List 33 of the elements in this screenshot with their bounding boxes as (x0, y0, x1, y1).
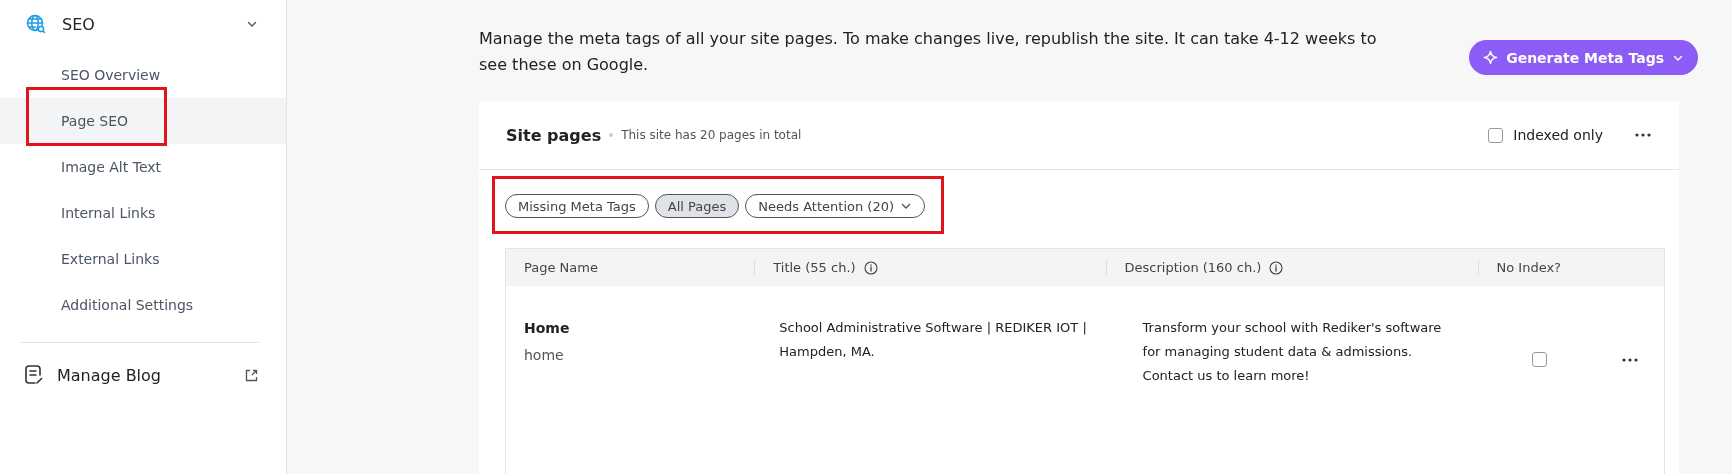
column-header: No Index? (1496, 260, 1561, 275)
more-options-icon[interactable] (1635, 133, 1651, 137)
card-subtitle: This site has 20 pages in total (621, 128, 803, 142)
sidebar-item[interactable]: Page SEO (0, 98, 286, 144)
document-edit-icon (25, 365, 43, 385)
sparkle-icon (1483, 50, 1499, 65)
filter-chip[interactable]: Needs Attention (20) (745, 194, 925, 218)
page-name: Home (524, 319, 571, 338)
section-title[interactable]: SEO (62, 14, 230, 34)
sidebar-link[interactable]: Manage Blog (57, 365, 231, 385)
sidebar-item[interactable]: Additional Settings (0, 282, 286, 328)
filter-chip[interactable]: Missing Meta Tags (505, 194, 649, 218)
indexed-only-checkbox[interactable]: Indexed only (1488, 127, 1603, 143)
sidebar-item[interactable]: SEO Overview (0, 52, 286, 98)
meta-title: School Administrative Software | REDIKER IOT | Hampden, MA. (779, 319, 1088, 361)
external-link-icon[interactable] (245, 368, 258, 382)
meta-description: Transform your school with Rediker's software for managing student data & admissions. Contact us to learn more! (1142, 319, 1443, 385)
more-options-icon[interactable] (1622, 357, 1638, 362)
no-index-checkbox[interactable] (1531, 352, 1547, 367)
column-header: Page Name (524, 260, 598, 275)
info-icon[interactable] (863, 260, 878, 275)
page-description: Manage the meta tags of all your site pages. To make changes live, republish the site. It can take 4-12 weeks to see these on Google. (479, 28, 1378, 76)
card-title: Site pages (506, 125, 602, 145)
column-header: Title (55 ch.) (773, 260, 856, 275)
sidebar-item[interactable]: Internal Links (0, 190, 286, 236)
generate-meta-tags-button[interactable]: Generate Meta Tags (1469, 40, 1698, 75)
globe-search-icon (26, 14, 46, 34)
sidebar-item[interactable]: Image Alt Text (0, 144, 286, 190)
info-icon[interactable] (1269, 260, 1284, 275)
page-slug: home (524, 346, 565, 365)
sidebar-item[interactable]: External Links (0, 236, 286, 282)
column-header: Description (160 ch.) (1124, 260, 1262, 275)
filter-chip[interactable]: All Pages (654, 194, 740, 218)
